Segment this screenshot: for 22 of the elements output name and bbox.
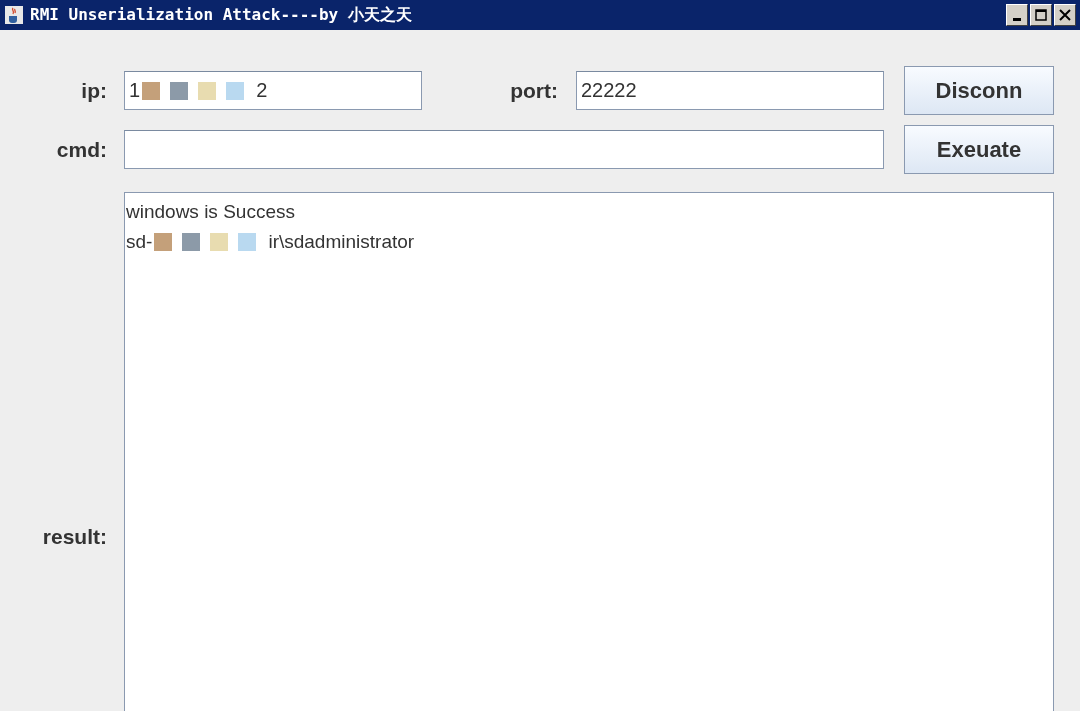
disconnect-button[interactable]: Disconn xyxy=(904,66,1054,115)
result-label: result: xyxy=(42,525,107,549)
maximize-button[interactable] xyxy=(1030,4,1052,26)
close-icon xyxy=(1059,9,1071,21)
window-title: RMI Unserialization Attack----by 小天之天 xyxy=(30,4,413,26)
close-button[interactable] xyxy=(1054,4,1076,26)
text: sd- xyxy=(126,231,153,253)
port-field[interactable]: 22222 xyxy=(576,71,884,110)
text: 1 xyxy=(129,79,141,102)
cmd-label: cmd: xyxy=(56,137,107,162)
maximize-icon xyxy=(1035,9,1047,21)
minimize-button[interactable] xyxy=(1006,4,1028,26)
port-label: port: xyxy=(510,78,558,103)
text: 2 xyxy=(256,79,268,102)
ip-field[interactable]: 1 2 xyxy=(124,71,422,110)
cmd-field[interactable] xyxy=(124,130,884,169)
minimize-icon xyxy=(1013,17,1021,21)
coffee-cup-icon xyxy=(4,5,24,25)
execute-button[interactable]: Exeuate xyxy=(904,125,1054,174)
text: windows is Success xyxy=(126,201,295,223)
text: ir\sdadministrator xyxy=(268,231,415,253)
ip-label: ip: xyxy=(81,78,107,103)
